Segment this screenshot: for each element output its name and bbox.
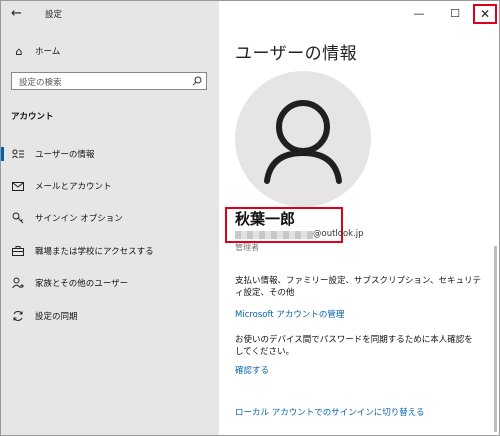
sidebar-item-label: 設定の同期 xyxy=(35,312,78,322)
search-icon[interactable] xyxy=(192,76,202,86)
title-bar: ← 設定 — ☐ ✕ xyxy=(1,1,499,27)
back-arrow-icon[interactable]: ← xyxy=(11,7,25,21)
billing-description: 支払い情報、ファミリー設定、サブスクリプション、セキュリティ設定、その他 xyxy=(235,276,481,298)
sidebar-item-user-info[interactable]: ユーザーの情報 xyxy=(1,145,219,163)
sidebar-item-family-users[interactable]: 家族とその他のユーザー xyxy=(1,274,219,292)
sidebar-item-email-accounts[interactable]: メールとアカウント xyxy=(1,177,219,195)
avatar xyxy=(235,71,371,207)
settings-window: ⌂ ホーム 設定の検索 アカウント ユーザーの情報 メールとアカウント サインイ… xyxy=(0,0,500,436)
main-content: ユーザーの情報 秋葉一郎 @outlook.jp 管理者 支払い情報、ファミリー… xyxy=(219,27,499,435)
switch-local-account-link[interactable]: ローカル アカウントでのサインインに切り替える xyxy=(235,406,424,418)
email-redacted xyxy=(235,231,313,239)
sidebar-item-label: 職場または学校にアクセスする xyxy=(35,247,154,257)
search-input[interactable]: 設定の検索 xyxy=(19,76,62,88)
sidebar: ⌂ ホーム 設定の検索 アカウント ユーザーの情報 メールとアカウント サインイ… xyxy=(1,1,219,435)
sidebar-item-label: ユーザーの情報 xyxy=(35,150,95,160)
app-title: 設定 xyxy=(45,10,63,20)
page-title: ユーザーの情報 xyxy=(235,44,358,64)
minimize-button[interactable]: — xyxy=(408,4,430,24)
user-email: @outlook.jp xyxy=(313,229,364,239)
user-name: 秋葉一郎 xyxy=(235,210,296,228)
close-button[interactable]: ✕ xyxy=(473,4,497,24)
briefcase-icon xyxy=(1,246,35,256)
mail-icon xyxy=(1,181,35,191)
sidebar-item-signin-options[interactable]: サインイン オプション xyxy=(1,209,219,227)
section-accounts-title: アカウント xyxy=(11,112,54,122)
verify-link[interactable]: 確認する xyxy=(235,364,269,376)
home-label: ホーム xyxy=(35,47,61,57)
sidebar-item-label: メールとアカウント xyxy=(35,182,112,192)
sidebar-item-label: 家族とその他のユーザー xyxy=(35,279,129,289)
user-avatar-icon xyxy=(264,100,342,184)
account-role: 管理者 xyxy=(235,243,259,252)
manage-account-link[interactable]: Microsoft アカウントの管理 xyxy=(235,308,344,320)
home-nav-item[interactable]: ⌂ ホーム xyxy=(13,44,61,58)
maximize-button[interactable]: ☐ xyxy=(444,4,466,24)
sidebar-item-sync-settings[interactable]: 設定の同期 xyxy=(1,307,219,325)
home-icon: ⌂ xyxy=(15,44,23,58)
add-person-icon xyxy=(1,277,35,289)
sidebar-item-work-school[interactable]: 職場または学校にアクセスする xyxy=(1,242,219,260)
user-info-icon xyxy=(1,149,35,159)
verify-description: お使いのデバイス間でパスワードを同期するために本人確認をしてください。 xyxy=(235,335,473,357)
sidebar-item-label: サインイン オプション xyxy=(35,214,123,224)
key-icon xyxy=(1,212,35,224)
settings-search[interactable]: 設定の検索 xyxy=(11,72,207,90)
sync-icon xyxy=(1,310,35,322)
scrollbar[interactable] xyxy=(494,246,497,432)
